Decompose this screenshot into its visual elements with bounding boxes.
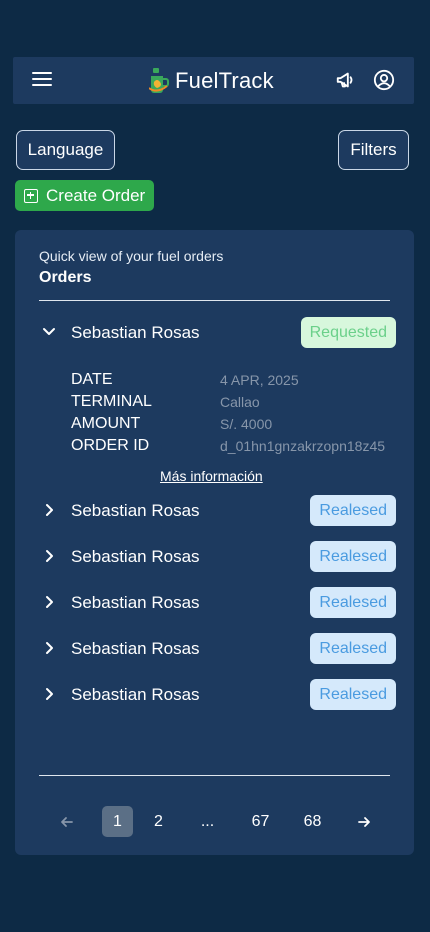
- detail-label: DATE: [71, 371, 113, 388]
- chevron-right-icon[interactable]: [42, 687, 56, 701]
- card-title: Orders: [39, 269, 92, 286]
- pagination: 1 2 ... 67 68: [15, 805, 414, 837]
- detail-value: Callao: [220, 394, 260, 410]
- divider: [39, 775, 390, 776]
- detail-label: AMOUNT: [71, 415, 141, 432]
- status-badge: Realesed: [310, 541, 396, 572]
- status-badge: Realesed: [310, 633, 396, 664]
- order-customer-name: Sebastian Rosas: [71, 593, 200, 612]
- plus-square-icon: [24, 188, 38, 203]
- order-customer-name: Sebastian Rosas: [71, 685, 200, 704]
- detail-value: S/. 4000: [220, 416, 273, 432]
- top-app-bar: FuelTrack: [13, 57, 414, 104]
- order-row[interactable]: Sebastian Rosas Realesed: [15, 678, 414, 710]
- fuel-cup-logo-icon: [149, 68, 169, 93]
- order-customer-name: Sebastian Rosas: [71, 323, 200, 342]
- order-details: DATE 4 APR, 2025 TERMINAL Callao AMOUNT …: [71, 369, 401, 457]
- divider: [39, 300, 390, 301]
- more-info-link[interactable]: Más información: [160, 468, 263, 484]
- hamburger-icon[interactable]: [32, 72, 52, 88]
- order-customer-name: Sebastian Rosas: [71, 547, 200, 566]
- create-order-label: Create Order: [46, 185, 146, 205]
- order-customer-name: Sebastian Rosas: [71, 639, 200, 658]
- detail-row: TERMINAL Callao: [71, 391, 401, 413]
- detail-label: ORDER ID: [71, 437, 150, 454]
- status-badge: Requested: [300, 317, 396, 348]
- detail-row: ORDER ID d_01hn1gnzakrzopn18z45: [71, 435, 401, 457]
- status-badge: Realesed: [310, 495, 396, 526]
- app-title: FuelTrack: [175, 68, 274, 93]
- chevron-right-icon[interactable]: [42, 595, 56, 609]
- megaphone-icon[interactable]: [335, 69, 357, 91]
- arrow-left-icon: [60, 816, 73, 827]
- detail-row: AMOUNT S/. 4000: [71, 413, 401, 435]
- status-badge: Realesed: [310, 587, 396, 618]
- detail-label: TERMINAL: [71, 393, 152, 410]
- prev-page-button[interactable]: [51, 806, 82, 837]
- page-button-2[interactable]: 2: [143, 806, 174, 837]
- page-button-1[interactable]: 1: [102, 806, 133, 837]
- user-circle-icon[interactable]: [373, 69, 395, 91]
- card-subtitle: Quick view of your fuel orders: [39, 248, 224, 264]
- create-order-button[interactable]: Create Order: [15, 180, 154, 211]
- order-row[interactable]: Sebastian Rosas Realesed: [15, 494, 414, 526]
- chevron-right-icon[interactable]: [42, 641, 56, 655]
- order-customer-name: Sebastian Rosas: [71, 501, 200, 520]
- page-button-68[interactable]: 68: [297, 806, 328, 837]
- detail-row: DATE 4 APR, 2025: [71, 369, 401, 391]
- next-page-button[interactable]: [348, 806, 379, 837]
- detail-value: d_01hn1gnzakrzopn18z45: [220, 438, 386, 454]
- order-row-expanded[interactable]: Sebastian Rosas Requested: [15, 316, 414, 348]
- page-button-67[interactable]: 67: [245, 806, 276, 837]
- chevron-down-icon[interactable]: [42, 325, 56, 339]
- chevron-right-icon[interactable]: [42, 503, 56, 517]
- arrow-right-icon: [357, 816, 370, 827]
- status-badge: Realesed: [310, 679, 396, 710]
- order-row[interactable]: Sebastian Rosas Realesed: [15, 632, 414, 664]
- order-row[interactable]: Sebastian Rosas Realesed: [15, 540, 414, 572]
- language-button[interactable]: Language: [16, 130, 115, 170]
- brand[interactable]: FuelTrack: [149, 67, 274, 95]
- filters-button[interactable]: Filters: [338, 130, 409, 170]
- detail-value: 4 APR, 2025: [220, 372, 299, 388]
- page-ellipsis: ...: [200, 812, 215, 830]
- orders-card: Quick view of your fuel orders Orders Se…: [15, 230, 414, 855]
- chevron-right-icon[interactable]: [42, 549, 56, 563]
- order-row[interactable]: Sebastian Rosas Realesed: [15, 586, 414, 618]
